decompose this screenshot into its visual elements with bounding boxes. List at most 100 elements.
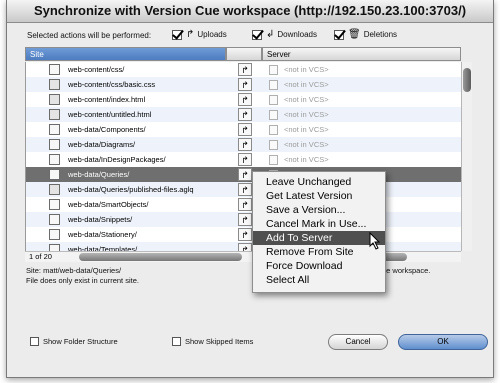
context-menu: Leave Unchanged Get Latest Version Save … (252, 171, 386, 293)
site-file-name: web-data/Queries/ (68, 170, 130, 179)
server-status: <not in VCS> (284, 155, 329, 164)
vertical-scroll-thumb[interactable] (463, 68, 471, 92)
ok-button[interactable]: OK (398, 334, 488, 350)
column-header-site[interactable]: Site (25, 47, 226, 61)
site-file-name: web-content/css/basic.css (68, 80, 156, 89)
uploads-checkbox[interactable] (172, 29, 182, 40)
list-footer: 1 of 20 (25, 251, 461, 262)
site-horizontal-scroll-thumb[interactable] (79, 253, 242, 261)
site-file-name: web-data/Snippets/ (68, 215, 133, 224)
cancel-button[interactable]: Cancel (328, 334, 388, 350)
list-item[interactable]: web-data/Templates/ ↱ (26, 242, 461, 251)
menu-item-cancel-mark-in-use[interactable]: Cancel Mark in Use... (253, 217, 385, 231)
upload-action-icon[interactable]: ↱ (238, 108, 252, 121)
list-item[interactable]: web-data/Queries/published-files.aglq ↱ (26, 182, 461, 197)
file-icon (49, 109, 60, 120)
mouse-pointer-icon (369, 232, 381, 250)
site-file-name: web-data/Stationery/ (68, 230, 137, 239)
server-status: <not in VCS> (284, 80, 329, 89)
folder-icon (49, 244, 60, 251)
upload-arrow-icon: ↱ (186, 29, 195, 40)
downloads-checkbox[interactable] (252, 29, 262, 40)
selection-path: Site: matt/web-data/Queries/ (26, 266, 122, 275)
site-file-name: web-data/Diagrams/ (68, 140, 136, 149)
site-file-name: web-data/Queries/published-files.aglq (68, 185, 194, 194)
item-count: 1 of 20 (29, 252, 52, 261)
folder-icon (49, 139, 60, 150)
show-folder-structure-option[interactable]: Show Folder Structure (30, 337, 118, 346)
window-title: Synchronize with Version Cue workspace (… (7, 0, 493, 23)
upload-action-icon[interactable]: ↱ (238, 93, 252, 106)
column-header-server[interactable]: Server (262, 47, 461, 61)
vertical-scrollbar[interactable] (461, 62, 472, 251)
site-file-name: web-content/untitled.html (68, 110, 152, 119)
upload-action-icon[interactable]: ↱ (238, 63, 252, 76)
folder-icon (49, 199, 60, 210)
server-file-icon (269, 80, 278, 90)
server-file-icon (269, 140, 278, 150)
menu-item-save-a-version[interactable]: Save a Version... (253, 203, 385, 217)
upload-action-icon[interactable]: ↱ (238, 213, 252, 226)
folder-icon (49, 169, 60, 180)
file-icon (49, 94, 60, 105)
folder-icon (49, 214, 60, 225)
folder-icon (49, 64, 60, 75)
list-item[interactable]: web-data/InDesignPackages/ ↱ <not in VCS… (26, 152, 461, 167)
folder-icon (49, 124, 60, 135)
deletions-checkbox[interactable] (334, 29, 344, 40)
show-folder-structure-checkbox[interactable] (30, 337, 39, 346)
deletions-label: Deletions (363, 30, 398, 39)
upload-action-icon[interactable]: ↱ (238, 228, 252, 241)
list-item[interactable]: web-data/Diagrams/ ↱ <not in VCS> (26, 137, 461, 152)
upload-action-icon[interactable]: ↱ (238, 138, 252, 151)
upload-action-icon[interactable]: ↱ (238, 168, 252, 181)
list-item[interactable]: web-content/css/ ↱ <not in VCS> (26, 62, 461, 77)
site-file-name: web-content/css/ (68, 65, 125, 74)
list-item[interactable]: web-content/untitled.html ↱ <not in VCS> (26, 107, 461, 122)
upload-action-icon[interactable]: ↱ (238, 183, 252, 196)
show-skipped-items-option[interactable]: Show Skipped Items (172, 337, 253, 346)
menu-item-leave-unchanged[interactable]: Leave Unchanged (253, 175, 385, 189)
menu-item-add-to-server[interactable]: Add To Server (253, 231, 385, 245)
server-file-icon (269, 95, 278, 105)
server-file-icon (269, 155, 278, 165)
upload-action-icon[interactable]: ↱ (238, 198, 252, 211)
server-status: <not in VCS> (284, 125, 329, 134)
server-status: <not in VCS> (284, 110, 329, 119)
list-item[interactable]: web-data/Components/ ↱ <not in VCS> (26, 122, 461, 137)
file-icon (49, 184, 60, 195)
upload-action-icon[interactable]: ↱ (238, 243, 252, 251)
upload-action-icon[interactable]: ↱ (238, 153, 252, 166)
menu-item-force-download[interactable]: Force Download (253, 259, 385, 273)
list-item[interactable]: web-content/css/basic.css ↱ <not in VCS> (26, 77, 461, 92)
upload-action-icon[interactable]: ↱ (238, 78, 252, 91)
selection-info-right: ue workspace. (382, 266, 431, 275)
downloads-label: Downloads (277, 30, 317, 39)
server-status: <not in VCS> (284, 65, 329, 74)
list-item[interactable]: web-data/SmartObjects/ ↱ (26, 197, 461, 212)
menu-item-select-all[interactable]: Select All (253, 273, 385, 287)
server-file-icon (269, 125, 278, 135)
show-skipped-items-checkbox[interactable] (172, 337, 181, 346)
list-item[interactable]: web-data/Stationery/ ↱ (26, 227, 461, 242)
list-item[interactable]: web-content/index.html ↱ <not in VCS> (26, 92, 461, 107)
uploads-label: Uploads (197, 30, 227, 39)
list-item[interactable]: web-data/Snippets/ ↱ (26, 212, 461, 227)
list-item-selected[interactable]: web-data/Queries/ ↱ (26, 167, 461, 182)
selection-info: Site: matt/web-data/Queries/ File does o… (26, 266, 139, 286)
show-folder-structure-label: Show Folder Structure (43, 337, 118, 346)
show-skipped-items-label: Show Skipped Items (185, 337, 254, 346)
uploads-option[interactable]: ↱ Uploads (172, 29, 227, 40)
downloads-option[interactable]: ↲ Downloads (252, 29, 317, 40)
site-file-name: web-data/Components/ (68, 125, 146, 134)
folder-icon (49, 154, 60, 165)
menu-item-remove-from-site[interactable]: Remove From Site (253, 245, 385, 259)
site-file-name: web-data/SmartObjects/ (68, 200, 149, 209)
upload-action-icon[interactable]: ↱ (238, 123, 252, 136)
folder-icon (49, 229, 60, 240)
actions-label: Selected actions will be performed: (27, 31, 152, 40)
menu-item-get-latest-version[interactable]: Get Latest Version (253, 189, 385, 203)
column-header-action[interactable] (226, 47, 262, 61)
trash-icon: 🗑 (348, 29, 361, 40)
deletions-option[interactable]: 🗑 Deletions (334, 29, 397, 40)
